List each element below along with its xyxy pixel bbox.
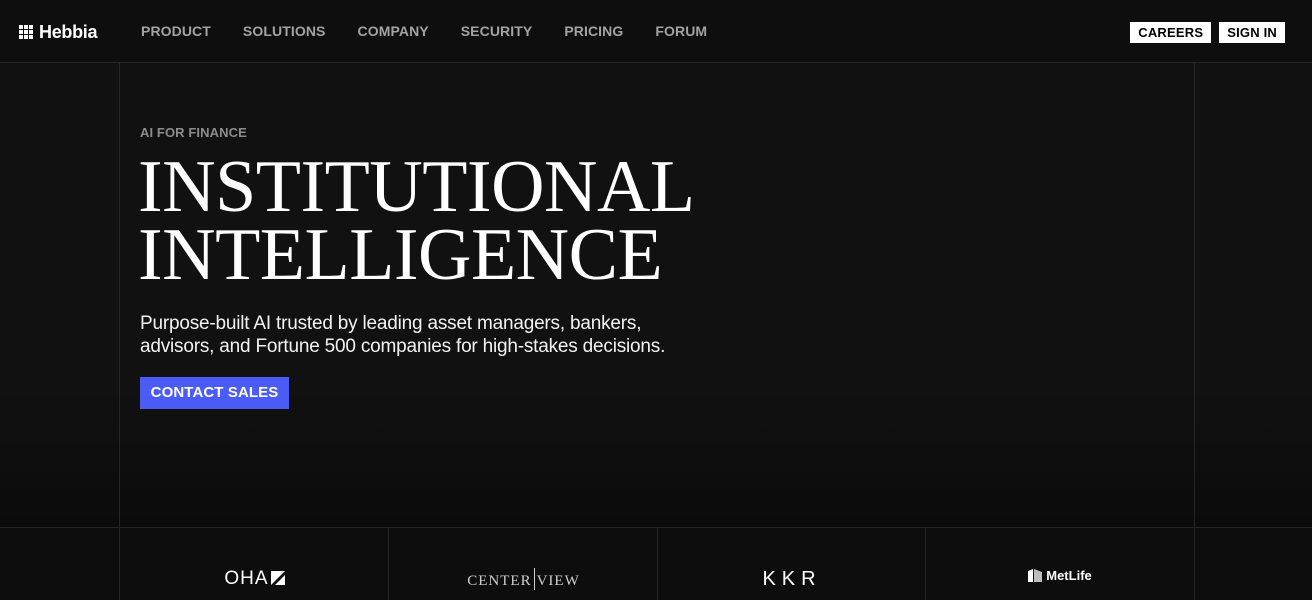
- brand-logo[interactable]: Hebbia: [19, 21, 98, 43]
- hero-subtext-line2: advisors, and Fortune 500 companies for …: [140, 336, 666, 357]
- hero-eyebrow: AI FOR FINANCE: [140, 125, 247, 140]
- nav-actions: CAREERS SIGN IN: [1130, 22, 1285, 43]
- metlife-logo-text: MetLife: [1046, 568, 1092, 583]
- nav-link-pricing[interactable]: PRICING: [564, 23, 623, 39]
- kkr-logo: KKR: [762, 568, 822, 590]
- oha-logo: OHA: [120, 568, 389, 590]
- logo-cell-kkr: KKR: [657, 528, 926, 600]
- centerview-logo-text-1: CENTER: [467, 573, 532, 589]
- oha-mark-icon: [270, 571, 285, 585]
- hero-headline-line1: INSTITUTIONAL: [138, 146, 695, 228]
- divider-line: [119, 63, 120, 528]
- metlife-mark-icon: [1028, 569, 1043, 582]
- nav-link-security[interactable]: SECURITY: [461, 23, 533, 39]
- centerview-bar-icon: [533, 568, 535, 590]
- hero-headline-line2: INTELLIGENCE: [138, 214, 663, 296]
- careers-button[interactable]: CAREERS: [1130, 22, 1212, 43]
- logo-cell-metlife: MetLife: [925, 528, 1195, 600]
- nav-links: PRODUCT SOLUTIONS COMPANY SECURITY PRICI…: [141, 23, 739, 39]
- contact-sales-button[interactable]: CONTACT SALES: [140, 377, 289, 409]
- metlife-logo: MetLife: [926, 568, 1194, 583]
- hero-section: AI FOR FINANCE INSTITUTIONAL INTELLIGENC…: [0, 63, 1312, 528]
- nav-link-product[interactable]: PRODUCT: [141, 23, 211, 39]
- sign-in-button[interactable]: SIGN IN: [1219, 22, 1285, 43]
- hero-subtext: Purpose-built AI trusted by leading asse…: [140, 312, 740, 358]
- logo-cell-oha: OHA: [119, 528, 389, 600]
- divider-line: [1194, 63, 1195, 528]
- customer-logos: OHA CENTER VIEW KKR MetLife: [0, 528, 1312, 600]
- nav-link-company[interactable]: COMPANY: [358, 23, 429, 39]
- nav-link-solutions[interactable]: SOLUTIONS: [243, 23, 326, 39]
- centerview-logo-text-2: VIEW: [536, 573, 580, 589]
- oha-logo-text: OHA: [224, 568, 269, 589]
- nav-link-forum[interactable]: FORUM: [655, 23, 707, 39]
- hero-headline: INSTITUTIONAL INTELLIGENCE: [138, 146, 695, 296]
- hero-subtext-line1: Purpose-built AI trusted by leading asse…: [140, 313, 642, 334]
- brand-name: Hebbia: [39, 21, 98, 42]
- centerview-logo: CENTER VIEW: [389, 568, 658, 590]
- grid-logo-icon: [19, 25, 33, 39]
- logo-cell-centerview: CENTER VIEW: [388, 528, 658, 600]
- top-nav: Hebbia PRODUCT SOLUTIONS COMPANY SECURIT…: [0, 0, 1312, 63]
